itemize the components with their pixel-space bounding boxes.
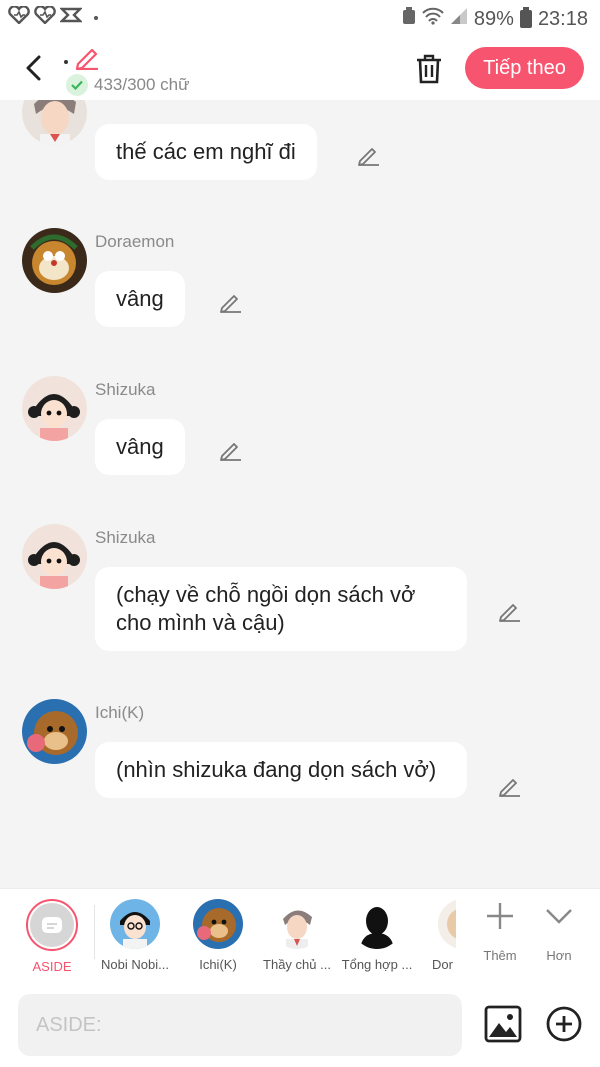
chat-list: thế các em nghĩ đi Doraemon vâng Shizuka… [0,100,600,888]
more-label: Hơn [546,948,572,963]
message-bubble[interactable]: vâng [95,271,185,327]
back-button[interactable] [16,50,52,86]
message-text: thế các em nghĩ đi [116,139,296,164]
clock: 23:18 [537,7,588,30]
image-icon [484,1005,522,1043]
status-system-icons: 89% 23:18 [402,7,588,31]
message-bubble[interactable]: vâng [95,419,185,475]
character-teacher[interactable]: Thầy chủ ... [259,899,335,972]
avatar-teacher[interactable] [22,100,87,145]
delete-button[interactable] [410,50,448,88]
message-bubble[interactable]: thế các em nghĩ đi [95,124,317,180]
message-text: (nhìn shizuka đang dọn sách vở) [116,757,437,782]
message-text: (chạy về chỗ ngồi dọn sách vở cho mình v… [116,582,416,635]
character-label: Ichi(K) [199,957,237,972]
edit-message-icon[interactable] [218,437,244,463]
avatar-shizuka[interactable] [22,376,87,441]
message-bubble[interactable]: (nhìn shizuka đang dọn sách vở) [95,742,467,798]
alarm-icon [402,7,416,31]
status-bar: 89% 23:18 [0,0,600,36]
plus-icon [487,903,513,929]
character-aside[interactable]: ASIDE [14,899,90,974]
signal-icon [450,7,468,31]
character-compilation[interactable]: Tổng hợp ... [339,899,415,972]
message-text: vâng [116,286,164,311]
more-button[interactable]: Hơn [534,901,584,963]
trash-icon [417,54,441,84]
next-button[interactable]: Tiếp theo [465,47,584,89]
speaker-name: Shizuka [95,380,156,399]
avatar-nobita [110,899,160,949]
avatar-doraemon[interactable] [22,228,87,293]
edit-message-icon[interactable] [356,142,382,168]
avatar-teacher [272,899,322,949]
insert-image-button[interactable] [484,1005,522,1043]
heart-notification-icon [8,5,30,29]
word-counter-text: 433/300 chữ [94,75,190,94]
avatar-ichi[interactable] [22,699,87,764]
add-character-button[interactable]: Thêm [475,901,525,963]
check-icon [66,74,88,96]
status-notification-icons [8,5,98,29]
character-selector: ASIDE Nobi Nobi... Ichi(K) Thầy chủ ... … [0,888,600,983]
avatar-ichi [193,899,243,949]
battery-icon [519,7,532,28]
heart-notification-icon [34,5,56,29]
avatar-silhouette [352,899,402,949]
character-label: Nobi Nobi... [101,957,169,972]
aside-chat-icon [42,917,62,933]
character-label: ASIDE [32,959,72,974]
title-placeholder-dot [64,60,68,64]
speaker-name: Doraemon [95,232,175,251]
character-nobita[interactable]: Nobi Nobi... [97,899,173,972]
character-ichi[interactable]: Ichi(K) [180,899,256,972]
message-bubble[interactable]: (chạy về chỗ ngồi dọn sách vở cho mình v… [95,567,467,651]
more-notifications-dot [94,15,98,20]
edit-title-pencil-icon[interactable] [74,44,102,75]
aside-avatar [26,899,78,951]
edit-message-icon[interactable] [497,773,523,799]
edit-message-icon[interactable] [218,289,244,315]
speaker-name: Ichi(K) [95,703,145,722]
wifi-icon [422,7,444,31]
character-label: Thầy chủ ... [263,957,331,972]
editor-header: 433/300 chữ Tiếp theo [0,36,600,100]
message-input-placeholder: ASIDE: [36,1013,102,1036]
message-text: vâng [116,434,164,459]
word-counter: 433/300 chữ [66,74,190,96]
message-input[interactable]: ASIDE: [18,994,462,1056]
avatar-partial [438,899,456,949]
character-label: Tổng hợp ... [341,957,413,972]
input-bar: ASIDE: [0,983,600,1067]
chevron-down-icon [546,909,572,924]
add-character-label: Thêm [483,948,517,963]
plus-circle-icon [546,1006,582,1042]
capcut-notification-icon [59,6,83,29]
add-more-button[interactable] [545,1005,583,1043]
character-doraemon[interactable]: Dor [418,899,456,972]
avatar-shizuka[interactable] [22,524,87,589]
divider [94,905,95,959]
edit-message-icon[interactable] [497,598,523,624]
speaker-name: Shizuka [95,528,156,547]
battery-percent: 89% [473,7,514,30]
character-label: Dor [432,957,453,972]
chevron-left-icon [26,55,41,81]
